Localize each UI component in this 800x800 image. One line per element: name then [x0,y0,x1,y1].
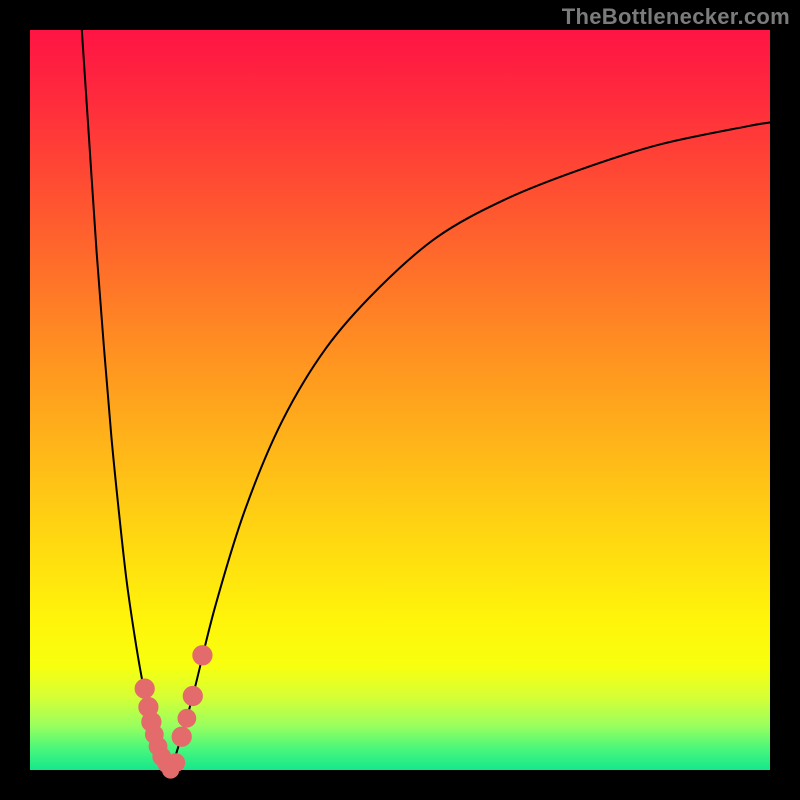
curve-right-branch [171,123,770,771]
chart-svg [0,0,800,800]
watermark-label: TheBottlenecker.com [562,4,790,30]
marker-dot [135,679,154,698]
marker-dot [183,686,202,705]
curve-layer [82,30,770,770]
chart-stage: TheBottlenecker.com [0,0,800,800]
marker-dot [167,754,185,772]
marker-dot [178,709,196,727]
marker-dot [172,727,191,746]
marker-dot [193,646,212,665]
curve-left-branch [82,30,171,770]
